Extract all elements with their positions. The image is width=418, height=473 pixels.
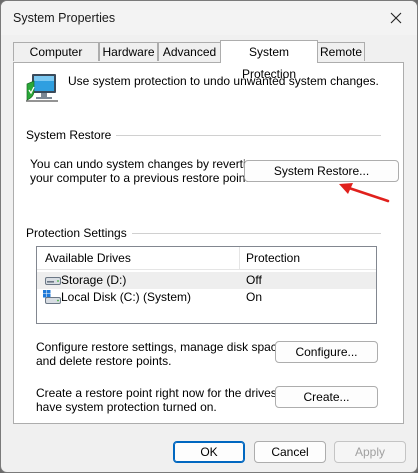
column-separator: [239, 247, 240, 269]
configure-description-line1: Configure restore settings, manage disk …: [36, 340, 287, 354]
system-restore-label: System Restore: [26, 128, 117, 142]
configure-button[interactable]: Configure...: [275, 341, 378, 363]
system-protection-icon: [26, 74, 58, 102]
annotation-arrow-icon: [339, 183, 390, 203]
drive-icon: [45, 277, 61, 285]
system-restore-description-line2: your computer to a previous restore poin…: [30, 171, 253, 185]
system-restore-button[interactable]: System Restore...: [244, 160, 399, 182]
create-description-line1: Create a restore point right now for the…: [36, 386, 301, 400]
tab-hardware[interactable]: Hardware: [99, 42, 158, 61]
cancel-button[interactable]: Cancel: [254, 441, 326, 463]
protection-settings-label: Protection Settings: [26, 226, 132, 240]
intro-text: Use system protection to undo unwanted s…: [68, 74, 379, 88]
title-bar: System Properties: [1, 1, 417, 35]
system-restore-description-line1: You can undo system changes by reverting: [30, 157, 260, 171]
cancel-button-label: Cancel: [271, 445, 309, 459]
ok-button[interactable]: OK: [173, 441, 245, 463]
tab-remote[interactable]: Remote: [317, 42, 365, 61]
apply-button-label: Apply: [354, 445, 386, 459]
tab-system-protection[interactable]: System Protection: [220, 40, 318, 81]
system-properties-window: System Properties Computer Name Hardware…: [0, 0, 418, 473]
drive-name: Local Disk (C:) (System): [61, 290, 192, 304]
system-drive-icon: [43, 290, 61, 304]
window-title: System Properties: [13, 11, 116, 25]
system-restore-button-label: System Restore...: [273, 164, 370, 178]
create-description-line2: have system protection turned on.: [36, 400, 217, 414]
configure-button-label: Configure...: [295, 345, 358, 359]
tab-computer-name[interactable]: Computer Name: [13, 42, 99, 78]
close-button[interactable]: [381, 5, 411, 31]
column-protection[interactable]: Protection: [246, 251, 300, 265]
drive-row-storage[interactable]: Storage (D:) Off: [37, 272, 376, 289]
create-button[interactable]: Create...: [275, 386, 378, 408]
drive-row-local-disk-c[interactable]: Local Disk (C:) (System) On: [37, 289, 376, 306]
drives-list-header: Available Drives Protection: [37, 247, 376, 270]
drive-name: Storage (D:): [61, 273, 127, 287]
drive-protection-status: Off: [246, 273, 262, 287]
configure-description-line2: and delete restore points.: [36, 354, 172, 368]
system-protection-panel: Use system protection to undo unwanted s…: [13, 62, 404, 424]
close-icon: [390, 12, 402, 24]
tab-advanced[interactable]: Advanced: [158, 42, 221, 61]
column-available-drives[interactable]: Available Drives: [45, 251, 131, 265]
create-button-label: Create...: [303, 390, 350, 404]
drives-list[interactable]: Available Drives Protection Storage (D:)…: [36, 246, 377, 324]
ok-button-label: OK: [200, 445, 218, 459]
drive-protection-status: On: [246, 290, 263, 304]
apply-button[interactable]: Apply: [334, 441, 406, 463]
